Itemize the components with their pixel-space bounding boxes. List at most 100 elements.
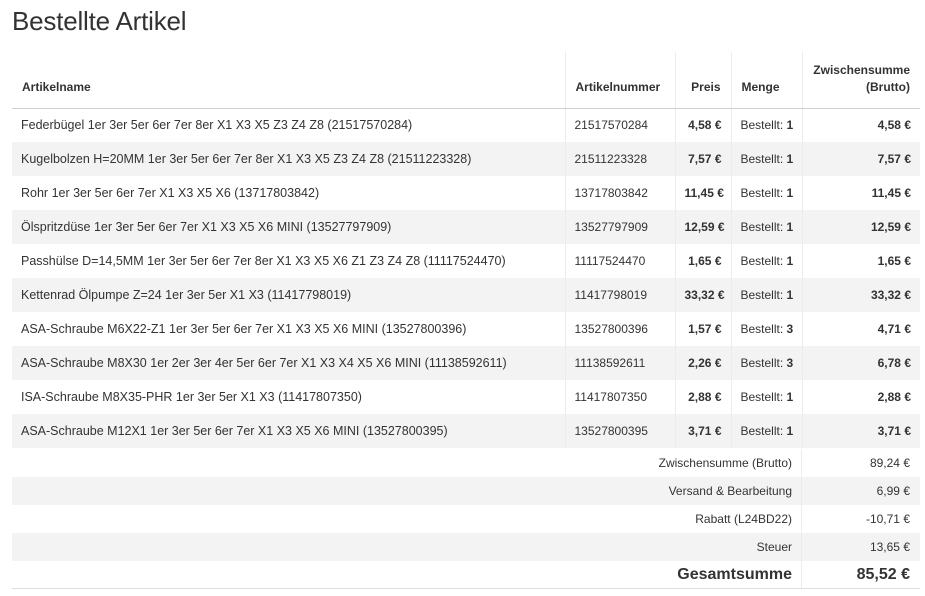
item-subtotal: 1,65 € (877, 254, 911, 268)
item-qty: Bestellt: 1 (731, 176, 803, 210)
item-name: Passhülse D=14,5MM 1er 3er 5er 6er 7er 8… (12, 244, 566, 278)
grand-total-label: Gesamtsumme (12, 561, 802, 588)
totals-row-subtotal: Zwischensumme (Brutto) 89,24 € (12, 449, 920, 477)
tax-label: Steuer (12, 533, 802, 561)
item-subtotal: 6,78 € (802, 346, 920, 380)
item-qty-prefix: Bestellt: (740, 254, 784, 268)
item-name: Federbügel 1er 3er 5er 6er 7er 8er X1 X3… (12, 108, 566, 142)
item-sku: 11417798019 (565, 278, 676, 312)
item-subtotal: 4,71 € (877, 322, 911, 336)
table-row: ASA-Schraube M12X1 1er 3er 5er 6er 7er X… (12, 414, 920, 448)
item-qty-value: 3 (786, 322, 794, 336)
item-qty-value: 1 (786, 254, 794, 268)
item-sku: 11117524470 (565, 244, 676, 278)
item-qty-value: 1 (786, 288, 794, 302)
item-qty-prefix: Bestellt: (740, 220, 784, 234)
item-qty-value: 1 (786, 186, 794, 200)
column-header-sku: Artikelnummer (565, 52, 676, 109)
item-sku: 21517570284 (565, 108, 676, 142)
item-subtotal: 2,88 € (877, 390, 911, 404)
item-qty-value: 1 (786, 152, 794, 166)
totals-row-tax: Steuer 13,65 € (12, 533, 920, 561)
order-totals: Zwischensumme (Brutto) 89,24 € Versand &… (12, 449, 920, 589)
item-qty-value: 3 (786, 356, 794, 370)
item-sku: 11138592611 (565, 346, 676, 380)
discount-value: -10,71 € (865, 512, 910, 526)
item-qty-prefix: Bestellt: (740, 152, 784, 166)
totals-row-grand-total: Gesamtsumme 85,52 € (12, 561, 920, 589)
item-subtotal: 33,32 € (802, 278, 920, 312)
item-price: 3,71 € (675, 414, 732, 448)
column-header-subtotal: Zwischensumme (Brutto) (802, 52, 920, 109)
column-header-qty: Menge (731, 52, 803, 109)
table-row: Kugelbolzen H=20MM 1er 3er 5er 6er 7er 8… (12, 142, 920, 176)
item-sku: 13527800396 (565, 312, 676, 346)
item-name: Kugelbolzen H=20MM 1er 3er 5er 6er 7er 8… (12, 142, 566, 176)
item-qty-prefix: Bestellt: (740, 356, 784, 370)
table-row: Kettenrad Ölpumpe Z=24 1er 3er 5er X1 X3… (12, 278, 920, 312)
item-qty-prefix: Bestellt: (740, 186, 784, 200)
table-header-row: Artikelname Artikelnummer Preis Menge Zw… (12, 52, 920, 109)
item-price: 33,32 € (675, 278, 732, 312)
table-row: Rohr 1er 3er 5er 6er 7er X1 X3 X5 X6 (13… (12, 176, 920, 210)
item-sku: 13717803842 (565, 176, 676, 210)
item-price: 1,57 € (675, 312, 732, 346)
discount-label: Rabatt (L24BD22) (12, 505, 802, 533)
item-subtotal: 3,71 € (802, 414, 920, 448)
item-price: 11,45 € (675, 176, 732, 210)
item-sku: 13527797909 (565, 210, 676, 244)
tax-value: 13,65 € (869, 540, 910, 554)
item-price: 4,58 € (675, 108, 732, 142)
item-price: 2,88 € (675, 380, 732, 414)
item-qty-value: 1 (786, 220, 794, 234)
subtotal-value: 89,24 € (869, 456, 910, 470)
item-qty-value: 1 (786, 118, 794, 133)
totals-row-discount: Rabatt (L24BD22) -10,71 € (12, 505, 920, 533)
page-title: Bestellte Artikel (12, 6, 187, 36)
item-qty: Bestellt: 3 (731, 346, 803, 380)
item-qty: Bestellt: 3 (731, 312, 803, 346)
item-subtotal: 7,57 € (802, 142, 920, 176)
item-name: Ölspritzdüse 1er 3er 5er 6er 7er X1 X3 X… (12, 210, 566, 244)
item-name: ASA-Schraube M6X22-Z1 1er 3er 5er 6er 7e… (12, 312, 566, 346)
ordered-items-table: Artikelname Artikelnummer Preis Menge Zw… (12, 52, 920, 448)
item-sku: 13527800395 (565, 414, 676, 448)
column-header-subtotal-line1: Zwischensumme (813, 62, 910, 77)
item-qty: Bestellt: 1 (731, 142, 803, 176)
column-header-subtotal-line2: (Brutto) (866, 79, 910, 94)
grand-total-value: 85,52 € (856, 565, 910, 583)
item-name: Kettenrad Ölpumpe Z=24 1er 3er 5er X1 X3… (12, 278, 566, 312)
item-sku: 11417807350 (565, 380, 676, 414)
item-qty-prefix: Bestellt: (740, 390, 784, 404)
item-qty: Bestellt: 1 (731, 210, 803, 244)
item-subtotal: 12,59 € (802, 210, 920, 244)
item-subtotal: 4,58 € (877, 118, 911, 133)
item-qty-value: 1 (786, 424, 794, 438)
shipping-label: Versand & Bearbeitung (12, 477, 802, 505)
table-row: ASA-Schraube M8X30 1er 2er 3er 4er 5er 6… (12, 346, 920, 380)
item-qty: Bestellt: 1 (731, 244, 803, 278)
item-sku: 21511223328 (565, 142, 676, 176)
item-price: 7,57 € (675, 142, 732, 176)
item-qty-prefix: Bestellt: (740, 118, 784, 133)
item-qty: Bestellt: 1 (731, 380, 803, 414)
column-header-name: Artikelname (12, 52, 566, 109)
table-row: Ölspritzdüse 1er 3er 5er 6er 7er X1 X3 X… (12, 210, 920, 244)
item-qty-prefix: Bestellt: (740, 424, 784, 438)
item-price: 12,59 € (675, 210, 732, 244)
item-qty: Bestellt: 1 (731, 278, 803, 312)
subtotal-label: Zwischensumme (Brutto) (12, 449, 802, 477)
item-qty: Bestellt: 1 (731, 414, 803, 448)
shipping-value: 6,99 € (876, 484, 910, 498)
item-qty: Bestellt: 1 (731, 108, 803, 142)
item-name: ASA-Schraube M12X1 1er 3er 5er 6er 7er X… (12, 414, 566, 448)
item-name: ASA-Schraube M8X30 1er 2er 3er 4er 5er 6… (12, 346, 566, 380)
table-row: Federbügel 1er 3er 5er 6er 7er 8er X1 X3… (12, 108, 920, 142)
table-row: ISA-Schraube M8X35-PHR 1er 3er 5er X1 X3… (12, 380, 920, 414)
item-name: Rohr 1er 3er 5er 6er 7er X1 X3 X5 X6 (13… (12, 176, 566, 210)
column-header-price: Preis (675, 52, 732, 109)
item-price: 1,65 € (675, 244, 732, 278)
item-qty-prefix: Bestellt: (740, 288, 784, 302)
item-qty-value: 1 (786, 390, 794, 404)
table-row: Passhülse D=14,5MM 1er 3er 5er 6er 7er 8… (12, 244, 920, 278)
